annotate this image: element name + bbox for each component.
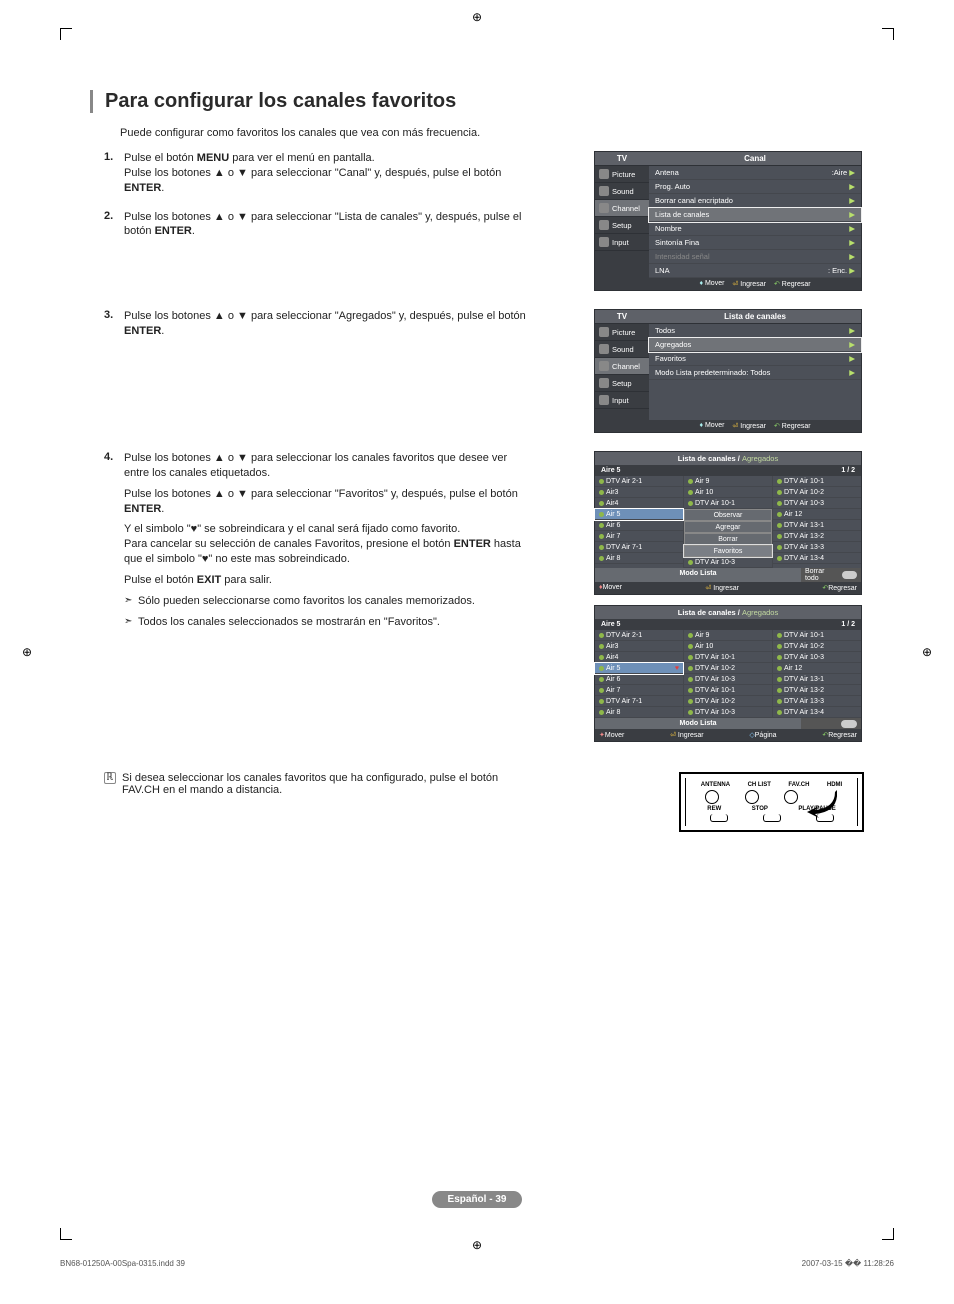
channel-cell: DTV Air 10-1 <box>684 685 772 696</box>
channel-cell: DTV Air 10-3 <box>773 652 861 663</box>
channel-cell: Air 9 <box>684 476 772 487</box>
step-3: 3. Pulse los botones ▲ o ▼ para seleccio… <box>90 309 530 345</box>
osd-menu-item: Antena:Aire ▶ <box>649 166 861 180</box>
osd-menu-item: Lista de canales ▶ <box>649 208 861 222</box>
arrow-icon <box>807 788 837 818</box>
corner-br <box>882 1228 894 1240</box>
channel-cell: DTV Air 13-2 <box>773 685 861 696</box>
channel-cell: Air 6 <box>595 674 683 685</box>
osd-lista-menu: TV PictureSoundChannelSetupInput Lista d… <box>594 309 862 433</box>
step-2: 2. Pulse los botones ▲ o ▼ para seleccio… <box>90 210 530 246</box>
osd-menu-item: Nombre ▶ <box>649 222 861 236</box>
channel-cell: DTV Air 10-1 <box>684 498 772 509</box>
channel-cell: Agregar <box>684 521 772 533</box>
channel-cell: DTV Air 10-2 <box>773 641 861 652</box>
channel-cell: DTV Air 10-2 <box>684 663 772 674</box>
channel-cell: DTV Air 10-3 <box>684 557 772 568</box>
channel-cell: DTV Air 10-2 <box>773 487 861 498</box>
channel-cell: DTV Air 10-1 <box>773 476 861 487</box>
channel-cell: Air 10 <box>684 641 772 652</box>
channel-cell: Air 8 <box>595 553 683 564</box>
channel-cell: Air3 <box>595 641 683 652</box>
channel-cell: Air4 <box>595 498 683 509</box>
channel-cell: DTV Air 10-2 <box>684 696 772 707</box>
step-1: 1. Pulse el botón MENU para ver el menú … <box>90 151 530 202</box>
channel-cell: DTV Air 7-1 <box>595 542 683 553</box>
channel-cell: Favoritos <box>684 545 772 557</box>
corner-bl <box>60 1228 72 1240</box>
osd-side-item: Channel <box>595 358 649 375</box>
channel-cell: DTV Air 13-2 <box>773 531 861 542</box>
channel-list-1: Lista de canales / Agregados Aire 51 / 2… <box>594 451 862 595</box>
osd-menu-item: Agregados ▶ <box>649 338 861 352</box>
osd-menu-item: LNA: Enc. ▶ <box>649 264 861 278</box>
channel-cell: DTV Air 10-3 <box>773 498 861 509</box>
channel-cell: Air4 <box>595 652 683 663</box>
osd-side-item: Setup <box>595 375 649 392</box>
channel-cell: Air 12 <box>773 663 861 674</box>
crop-mark-right: ⊕ <box>922 645 932 659</box>
osd-menu-item: Modo Lista predeterminado: Todos ▶ <box>649 366 861 380</box>
osd-footer: ♦ Mover ⏎ Ingresar ↶ Regresar <box>649 278 861 290</box>
channel-cell: Borrar <box>684 533 772 545</box>
channel-cell: DTV Air 7-1 <box>595 696 683 707</box>
crop-mark-left: ⊕ <box>22 645 32 659</box>
osd-menu-item: Todos ▶ <box>649 324 861 338</box>
page-footer: Español - 39 <box>0 1189 954 1208</box>
page-title: Para configurar los canales favoritos <box>93 90 864 113</box>
osd-footer: ♦ Mover ⏎ Ingresar ↶ Regresar <box>649 420 861 432</box>
crop-mark-top: ⊕ <box>472 10 482 24</box>
osd-menu-item: Favoritos ▶ <box>649 352 861 366</box>
intro-text: Puede configurar como favoritos los cana… <box>120 127 864 139</box>
print-meta: BN68-01250A-00Spa-0315.indd 392007-03-15… <box>60 1259 894 1268</box>
osd-menu-item: Prog. Auto ▶ <box>649 180 861 194</box>
remote-note-text: Si desea seleccionar los canales favorit… <box>122 772 530 832</box>
osd-side-item: Picture <box>595 166 649 183</box>
channel-cell: DTV Air 13-3 <box>773 696 861 707</box>
channel-cell: Air 6 <box>595 520 683 531</box>
crop-mark-bottom: ⊕ <box>472 1238 482 1252</box>
channel-cell: DTV Air 13-3 <box>773 542 861 553</box>
channel-cell: DTV Air 13-1 <box>773 520 861 531</box>
osd-side-item: Sound <box>595 341 649 358</box>
channel-cell: DTV Air 13-4 <box>773 553 861 564</box>
channel-cell: Air 5♥ <box>595 663 683 674</box>
channel-cell: Air 10 <box>684 487 772 498</box>
step-4: 4. Pulse los botones ▲ o ▼ para seleccio… <box>90 451 530 635</box>
osd-side-item: Input <box>595 392 649 409</box>
osd-menu-item: Borrar canal encriptado ▶ <box>649 194 861 208</box>
channel-cell: DTV Air 10-1 <box>684 652 772 663</box>
channel-cell: DTV Air 10-1 <box>773 630 861 641</box>
channel-cell: Air 12 <box>773 509 861 520</box>
channel-cell: DTV Air 2-1 <box>595 476 683 487</box>
channel-cell: Air3 <box>595 487 683 498</box>
channel-cell: DTV Air 2-1 <box>595 630 683 641</box>
osd-side-item: Input <box>595 234 649 251</box>
channel-list-2: Lista de canales / Agregados Aire 51 / 2… <box>594 605 862 742</box>
remote-diagram: ANTENNACH LISTFAV.CHHDMI REWSTOPPLAY/PAU… <box>679 772 864 832</box>
osd-canal-menu: TV PictureSoundChannelSetupInput Canal A… <box>594 151 862 291</box>
corner-tr <box>882 28 894 40</box>
channel-cell: Air 7 <box>595 685 683 696</box>
corner-tl <box>60 28 72 40</box>
channel-cell: DTV Air 13-1 <box>773 674 861 685</box>
osd-menu-item: Intensidad señal ▶ <box>649 250 861 264</box>
channel-cell: Observar <box>684 509 772 521</box>
osd-menu-item: Sintonía Fina ▶ <box>649 236 861 250</box>
channel-cell: DTV Air 13-4 <box>773 707 861 718</box>
remote-note-icon: ℝ <box>104 772 116 784</box>
osd-side-item: Channel <box>595 200 649 217</box>
channel-cell: DTV Air 10-3 <box>684 707 772 718</box>
channel-cell: Air 5 <box>595 509 683 520</box>
osd-side-item: Picture <box>595 324 649 341</box>
osd-side-item: Sound <box>595 183 649 200</box>
channel-cell: Air 9 <box>684 630 772 641</box>
channel-cell: Air 7 <box>595 531 683 542</box>
channel-cell: DTV Air 10-3 <box>684 674 772 685</box>
osd-side-item: Setup <box>595 217 649 234</box>
channel-cell: Air 8 <box>595 707 683 718</box>
